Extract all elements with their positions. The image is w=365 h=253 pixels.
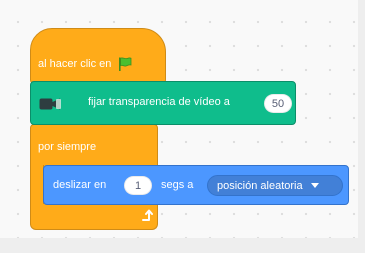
canvas-edge-right (358, 0, 365, 253)
green-flag-icon (119, 57, 132, 71)
transparency-value-input[interactable]: 50 (264, 94, 292, 113)
canvas-edge-bottom (0, 238, 365, 253)
loop-arrow-icon (142, 209, 153, 221)
video-camera-icon (39, 98, 61, 110)
code-canvas[interactable]: al hacer clic en por siempre fijar trans… (0, 0, 365, 253)
forever-block-arm[interactable] (30, 165, 44, 205)
glide-to-block[interactable]: deslizar en 1 segs a posición aleatoria (43, 165, 349, 205)
glide-seconds-input[interactable]: 1 (124, 176, 152, 195)
when-flag-clicked-block[interactable]: al hacer clic en (30, 28, 166, 84)
caret-down-icon (310, 183, 319, 188)
hat-block-label: al hacer clic en (38, 58, 112, 70)
glide-target-dropdown[interactable]: posición aleatoria (207, 175, 343, 196)
set-video-transparency-block[interactable]: fijar transparencia de vídeo a 50 (30, 81, 296, 125)
forever-block-bottom[interactable] (30, 204, 158, 230)
video-transparency-label: fijar transparencia de vídeo a (88, 96, 230, 108)
glide-label-after: segs a (161, 179, 194, 191)
forever-block-label: por siempre (38, 141, 97, 153)
hat-block-content: al hacer clic en (38, 56, 133, 72)
forever-block[interactable]: por siempre (30, 124, 158, 166)
glide-target-value: posición aleatoria (217, 179, 303, 192)
glide-label-before: deslizar en (53, 179, 107, 191)
